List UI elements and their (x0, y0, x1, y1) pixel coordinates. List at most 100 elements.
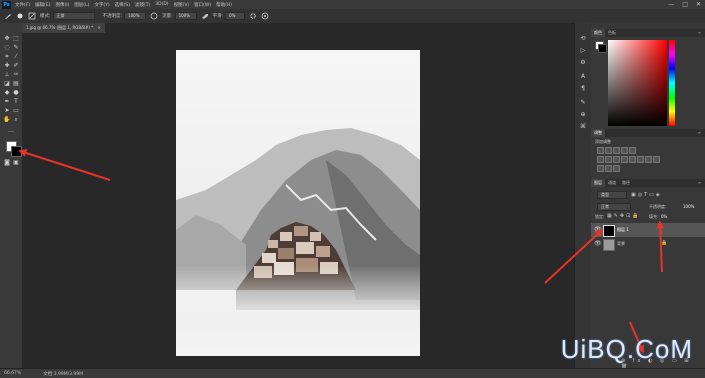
hue-slider[interactable] (669, 40, 675, 126)
lasso-tool-icon[interactable]: ◌ (3, 44, 11, 52)
gradient-tool-icon[interactable]: ▤ (12, 80, 20, 88)
pressure-size-icon[interactable] (261, 12, 269, 20)
menu-view[interactable]: 视图(V) (174, 2, 190, 8)
color-picker-field[interactable] (608, 40, 667, 126)
edit-toolbar-icon[interactable]: … (7, 127, 15, 135)
marquee-tool-icon[interactable]: ⬚ (12, 35, 20, 43)
levels-icon[interactable] (605, 147, 612, 154)
vibrance-icon[interactable] (629, 147, 636, 154)
clone-source-panel-icon[interactable]: ⊕ (579, 111, 587, 119)
menu-edit[interactable]: 编辑(E) (35, 2, 50, 8)
brush-tool-icon[interactable]: ✐ (12, 62, 20, 70)
tab-layers[interactable]: 图层 (591, 179, 605, 187)
tab-paths[interactable]: 路径 (619, 179, 633, 187)
tab-channels[interactable]: 通道 (605, 179, 619, 187)
exposure-icon[interactable] (621, 147, 628, 154)
quick-mask-icon[interactable]: ◙ (3, 159, 11, 167)
path-select-tool-icon[interactable]: ➤ (3, 107, 11, 115)
invert-icon[interactable] (645, 156, 652, 163)
paragraph-panel-icon[interactable]: ¶ (579, 85, 587, 93)
layer-row-selected[interactable]: 👁 图层 1 (591, 223, 705, 237)
type-tool-icon[interactable]: T (12, 98, 20, 106)
panel-menu-icon[interactable]: ≡ (698, 179, 701, 187)
fill-input[interactable]: 0% (661, 214, 667, 219)
smoothing-settings-gear-icon[interactable] (249, 12, 257, 20)
zoom-tool-icon[interactable]: ⌕ (12, 116, 20, 124)
close-window-button[interactable]: ✕ (696, 1, 701, 8)
brush-tool-icon[interactable] (4, 12, 12, 20)
menu-type[interactable]: 文字(Y) (94, 2, 109, 8)
document-info[interactable]: 文档:3.99M/3.99M (43, 371, 83, 377)
actions-panel-icon[interactable]: ▷ (579, 47, 587, 55)
minimize-button[interactable]: — (668, 1, 674, 8)
tab-adjustments[interactable]: 调整 (591, 129, 605, 137)
visibility-eye-icon[interactable]: 👁 (594, 226, 602, 233)
zoom-level[interactable]: 66.67% (4, 371, 21, 376)
panel-menu-icon[interactable]: ≡ (698, 29, 701, 37)
filter-icons[interactable]: ▣◎T▭◈ (631, 192, 662, 198)
menu-select[interactable]: 选择(S) (115, 2, 130, 8)
panel-menu-icon[interactable]: ≡ (698, 129, 701, 137)
blend-mode-select[interactable]: 正常 (597, 203, 631, 211)
shape-tool-icon[interactable]: ▭ (12, 107, 20, 115)
character-panel-icon[interactable]: A (579, 73, 587, 81)
menu-help[interactable]: 帮助(H) (216, 2, 232, 8)
selective-color-icon[interactable] (613, 165, 620, 172)
eraser-tool-icon[interactable]: ◪ (3, 80, 11, 88)
menu-layer[interactable]: 图层(L) (74, 2, 89, 8)
opacity-input[interactable]: 100% (124, 12, 147, 20)
document-tab-close[interactable]: × (97, 25, 100, 30)
dodge-tool-icon[interactable]: ● (12, 89, 20, 97)
curves-icon[interactable] (613, 147, 620, 154)
document-tab[interactable]: 1.jpg @ 66.7% (图层 1, RGB/8#) * × (22, 23, 105, 33)
brightness-contrast-icon[interactable] (597, 147, 604, 154)
layer-row[interactable]: 👁 背景 🔒 (591, 237, 705, 251)
smoothing-input[interactable]: 0% (225, 12, 246, 20)
document-canvas[interactable] (176, 50, 420, 356)
healing-brush-tool-icon[interactable]: ✚ (3, 62, 11, 70)
quick-select-tool-icon[interactable]: ✎ (12, 44, 20, 52)
pressure-opacity-icon[interactable] (150, 12, 158, 20)
tab-color[interactable]: 颜色 (591, 29, 605, 37)
history-panel-icon[interactable]: ⟲ (579, 35, 587, 43)
color-panel-background-swatch[interactable] (598, 44, 607, 53)
maximize-button[interactable]: □ (682, 1, 688, 8)
layer-name[interactable]: 背景 (617, 241, 625, 247)
blur-tool-icon[interactable]: ◆ (3, 89, 11, 97)
gradient-map-icon[interactable] (605, 165, 612, 172)
photo-filter-icon[interactable] (621, 156, 628, 163)
color-balance-icon[interactable] (605, 156, 612, 163)
tool-presets-panel-icon[interactable]: ⌘ (579, 123, 587, 131)
brush-settings-icon[interactable] (28, 12, 36, 20)
layer-kind-filter[interactable]: 类型 (597, 191, 627, 199)
brush-settings-panel-icon[interactable]: ✎ (579, 99, 587, 107)
visibility-eye-icon[interactable]: 👁 (594, 240, 602, 247)
layer-name[interactable]: 图层 1 (617, 227, 629, 233)
hand-tool-icon[interactable]: ✋ (3, 116, 11, 124)
brush-preset-picker-icon[interactable] (16, 12, 24, 20)
menu-filter[interactable]: 滤镜(T) (135, 2, 150, 8)
flow-input[interactable]: 100% (174, 12, 197, 20)
clone-stamp-tool-icon[interactable]: ⊥ (3, 71, 11, 79)
properties-panel-icon[interactable]: ⚙ (579, 59, 587, 67)
hue-saturation-icon[interactable] (597, 156, 604, 163)
threshold-icon[interactable] (597, 165, 604, 172)
screen-mode-icon[interactable]: ▣ (12, 159, 20, 167)
lock-icons[interactable]: ▦✎✥⊡🔒 (607, 213, 641, 219)
background-color-swatch[interactable] (11, 146, 22, 157)
black-white-icon[interactable] (613, 156, 620, 163)
tab-swatches[interactable]: 色板 (605, 29, 619, 37)
menu-file[interactable]: 文件(F) (15, 2, 30, 8)
layer-opacity-input[interactable]: 100% (683, 204, 694, 209)
menu-image[interactable]: 图像(I) (55, 2, 69, 8)
history-brush-tool-icon[interactable]: ✑ (12, 71, 20, 79)
menu-3d[interactable]: 3D(D) (155, 2, 168, 7)
airbrush-icon[interactable] (201, 12, 209, 20)
posterize-icon[interactable] (653, 156, 660, 163)
channel-mixer-icon[interactable] (629, 156, 636, 163)
eyedropper-tool-icon[interactable]: ⁄ (12, 53, 20, 61)
move-tool-icon[interactable]: ✥ (3, 35, 11, 43)
pen-tool-icon[interactable]: ✒ (3, 98, 11, 106)
mode-select[interactable]: 正常 (52, 12, 95, 20)
menu-window[interactable]: 窗口(W) (194, 2, 211, 8)
